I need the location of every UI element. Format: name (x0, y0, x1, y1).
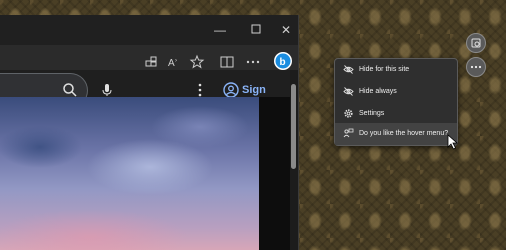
minimize-icon[interactable]: — (213, 23, 227, 37)
browser-window: — ✕ A › b Sign (0, 15, 299, 250)
svg-text:A: A (168, 58, 175, 69)
menu-item-hide-for-site[interactable]: Hide for this site (335, 59, 457, 81)
split-screen-icon[interactable] (219, 54, 235, 70)
maximize-icon[interactable] (249, 23, 263, 37)
read-aloud-icon[interactable]: A › (166, 54, 182, 70)
menu-item-settings[interactable]: Settings (335, 103, 457, 125)
scrollbar-thumb[interactable] (291, 84, 296, 169)
hover-more-button[interactable] (466, 57, 486, 77)
hover-visual-search-button[interactable] (466, 33, 486, 53)
hover-context-menu: Hide for this site Hide always Settings … (334, 58, 458, 146)
microphone-icon[interactable] (99, 82, 115, 98)
mouse-cursor-icon (447, 134, 459, 150)
eye-slash-icon (343, 64, 354, 75)
menu-item-feedback[interactable]: Do you like the hover menu? (335, 123, 457, 145)
search-icon[interactable] (62, 82, 78, 98)
more-icon[interactable] (245, 54, 261, 70)
menu-item-label: Hide for this site (359, 66, 410, 73)
svg-text:›: › (175, 58, 177, 64)
more-icon (470, 65, 482, 69)
visual-search-icon (471, 38, 481, 48)
sky-image (0, 97, 259, 250)
menu-item-label: Do you like the hover menu? (359, 130, 449, 137)
image-side-panel (259, 97, 290, 250)
menu-item-label: Hide always (359, 88, 397, 95)
account-icon (223, 82, 239, 98)
scrollbar[interactable] (290, 70, 298, 250)
apps-menu-icon[interactable] (195, 82, 205, 98)
favorites-icon[interactable] (189, 54, 205, 70)
eye-slash-icon (343, 86, 354, 97)
feedback-icon (343, 128, 354, 139)
menu-item-hide-always[interactable]: Hide always (335, 81, 457, 103)
gear-icon (343, 108, 354, 119)
close-icon[interactable]: ✕ (279, 23, 293, 37)
title-bar: — ✕ (0, 15, 298, 45)
svg-text:b: b (280, 57, 286, 68)
bing-copilot-icon[interactable]: b (273, 51, 293, 71)
extensions-icon[interactable] (143, 54, 159, 70)
menu-item-label: Settings (359, 110, 385, 117)
